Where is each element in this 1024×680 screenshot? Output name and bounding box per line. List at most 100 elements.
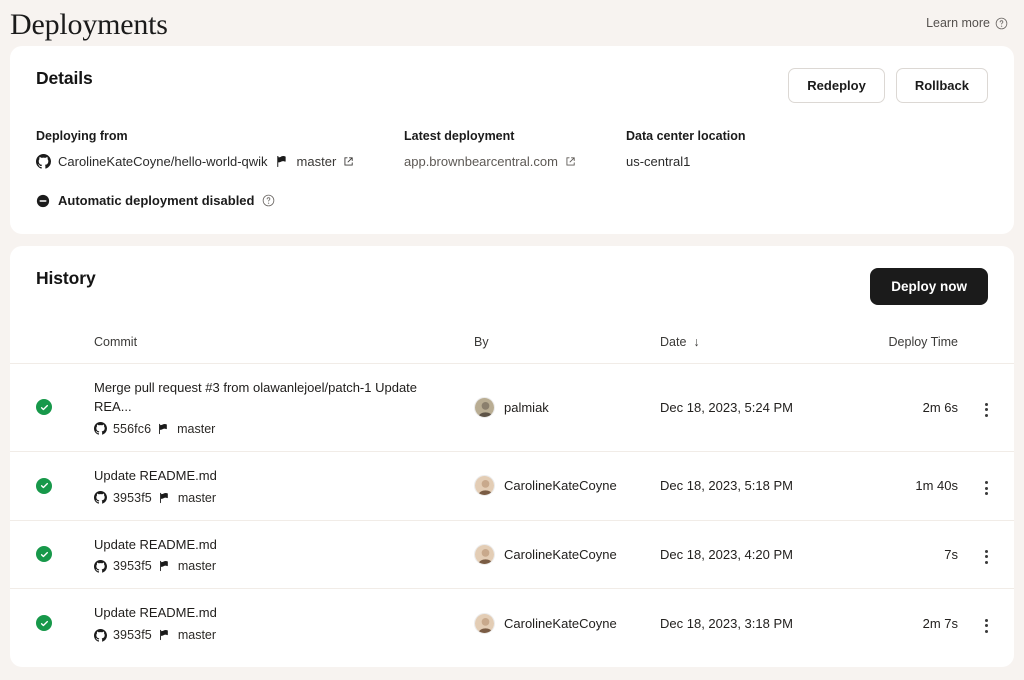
author-name: palmiak — [504, 399, 549, 415]
commit-message[interactable]: Update README.md — [94, 604, 424, 623]
column-deploy-time: Deploy Time — [846, 305, 958, 364]
kebab-menu-icon[interactable] — [981, 399, 992, 421]
check-circle-icon — [36, 399, 52, 416]
deploying-from-label: Deploying from — [36, 129, 128, 143]
commit-message[interactable]: Update README.md — [94, 467, 424, 486]
status-cell — [10, 589, 94, 657]
deployment-history-table: Commit By Date ↓ Deploy Time Merge pull … — [10, 305, 1014, 657]
commit-branch: master — [177, 628, 217, 643]
deploy-time-cell: 7s — [846, 520, 958, 590]
status-cell — [10, 451, 94, 521]
avatar — [474, 396, 495, 418]
status-cell — [10, 520, 94, 590]
column-commit: Commit — [94, 305, 474, 364]
commit-meta: 3953f5 master — [94, 559, 474, 573]
repo-name[interactable]: CarolineKateCoyne/hello-world-qwik — [58, 154, 268, 169]
deployment-url[interactable]: app.brownbearcentral.com — [404, 154, 558, 169]
row-actions-cell — [958, 520, 1014, 590]
commit-message[interactable]: Merge pull request #3 from olawanlejoel/… — [94, 379, 424, 417]
question-circle-icon — [995, 17, 1008, 30]
check-circle-icon — [36, 477, 52, 494]
commit-sha[interactable]: 556fc6 — [113, 422, 151, 436]
arrow-down-icon: ↓ — [689, 335, 700, 349]
check-circle-icon — [36, 615, 52, 632]
history-card: History Deploy now Commit By Date ↓ Depl… — [10, 246, 1014, 668]
commit-branch: master — [177, 490, 217, 505]
row-actions-cell — [958, 451, 1014, 521]
commit-meta: 556fc6 master — [94, 422, 474, 436]
column-status — [10, 305, 94, 364]
redeploy-button[interactable]: Redeploy — [788, 68, 885, 103]
kebab-menu-icon[interactable] — [981, 477, 992, 499]
history-card-header: History Deploy now — [10, 268, 1014, 305]
table-row[interactable]: Update README.md 3953f5 master CarolineKate… — [10, 520, 1014, 590]
by-cell: CarolineKateCoyne — [474, 451, 660, 521]
author-name: CarolineKateCoyne — [504, 478, 617, 494]
column-date[interactable]: Date ↓ — [660, 305, 846, 364]
learn-more-label: Learn more — [926, 16, 990, 30]
commit-cell: Update README.md 3953f5 master — [94, 520, 474, 590]
external-link-icon[interactable] — [343, 156, 354, 167]
date-cell: Dec 18, 2023, 5:24 PM — [660, 363, 846, 452]
commit-message[interactable]: Update README.md — [94, 536, 424, 555]
commit-meta: 3953f5 master — [94, 628, 474, 642]
github-icon — [94, 422, 107, 435]
rollback-button[interactable]: Rollback — [895, 68, 988, 103]
commit-sha[interactable]: 3953f5 — [113, 559, 152, 573]
table-header: Commit By Date ↓ Deploy Time — [10, 305, 1014, 364]
latest-deployment-field: Latest deployment app.brownbearcentral.c… — [404, 129, 626, 169]
row-actions-cell — [958, 363, 1014, 452]
avatar — [474, 475, 495, 497]
details-card-header: Details Redeploy Rollback — [36, 68, 988, 103]
deploy-time-cell: 2m 6s — [846, 363, 958, 452]
table-row[interactable]: Merge pull request #3 from olawanlejoel/… — [10, 363, 1014, 452]
table-row[interactable]: Update README.md 3953f5 master CarolineKate… — [10, 451, 1014, 521]
git-branch-icon — [158, 629, 170, 641]
deploy-time-cell: 2m 7s — [922, 615, 958, 631]
commit-meta: 3953f5 master — [94, 491, 474, 505]
deploy-time-cell: 1m 40s — [846, 451, 958, 521]
date-cell: Dec 18, 2023, 5:18 PM — [660, 451, 846, 521]
commit-sha[interactable]: 3953f5 — [113, 628, 152, 642]
data-center-value: us-central1 — [626, 154, 691, 169]
author-name: CarolineKateCoyne — [504, 615, 617, 631]
deploy-now-button[interactable]: Deploy now — [870, 268, 988, 305]
date-cell: Dec 18, 2023, 4:20 PM — [660, 520, 846, 590]
avatar — [474, 543, 495, 565]
deploying-from-field: Deploying from CarolineKateCoyne/hello-w… — [36, 129, 404, 169]
author-name: CarolineKateCoyne — [504, 546, 617, 562]
automatic-deployment-label: Automatic deployment disabled — [58, 193, 255, 208]
github-icon — [94, 559, 107, 573]
column-by: By — [474, 305, 660, 364]
kebab-menu-icon[interactable] — [981, 546, 992, 568]
kebab-menu-icon[interactable] — [981, 615, 992, 637]
commit-cell: Update README.md 3953f5 master — [94, 451, 474, 521]
page-title: Deployments — [10, 8, 168, 41]
table-row[interactable]: Update README.md 3953f5 master CarolineKate… — [10, 589, 1014, 657]
by-cell: palmiak — [474, 363, 660, 452]
git-branch-icon — [157, 423, 169, 435]
history-title: History — [36, 268, 96, 288]
data-center-label: Data center location — [626, 129, 746, 143]
commit-sha[interactable]: 3953f5 — [113, 491, 152, 505]
date-cell: Dec 18, 2023, 3:18 PM — [660, 615, 793, 631]
column-date-label: Date — [660, 335, 687, 349]
question-circle-icon[interactable] — [262, 194, 275, 207]
deploying-from-value: CarolineKateCoyne/hello-world-qwik maste… — [36, 154, 404, 169]
table-header-row: Commit By Date ↓ Deploy Time — [10, 305, 1014, 364]
github-icon — [36, 154, 51, 169]
external-link-icon[interactable] — [565, 156, 576, 167]
learn-more-link[interactable]: Learn more — [926, 16, 1008, 30]
git-branch-icon — [275, 155, 288, 168]
details-actions: Redeploy Rollback — [788, 68, 988, 103]
git-branch-icon — [158, 560, 170, 572]
status-cell — [10, 363, 94, 452]
column-actions — [958, 305, 1014, 364]
github-icon — [94, 491, 107, 504]
commit-cell: Merge pull request #3 from olawanlejoel/… — [94, 363, 474, 452]
details-title: Details — [36, 68, 93, 88]
latest-deployment-label: Latest deployment — [404, 129, 515, 143]
check-circle-icon — [36, 546, 52, 563]
by-cell: CarolineKateCoyne — [474, 589, 660, 657]
commit-branch: master — [177, 421, 216, 436]
